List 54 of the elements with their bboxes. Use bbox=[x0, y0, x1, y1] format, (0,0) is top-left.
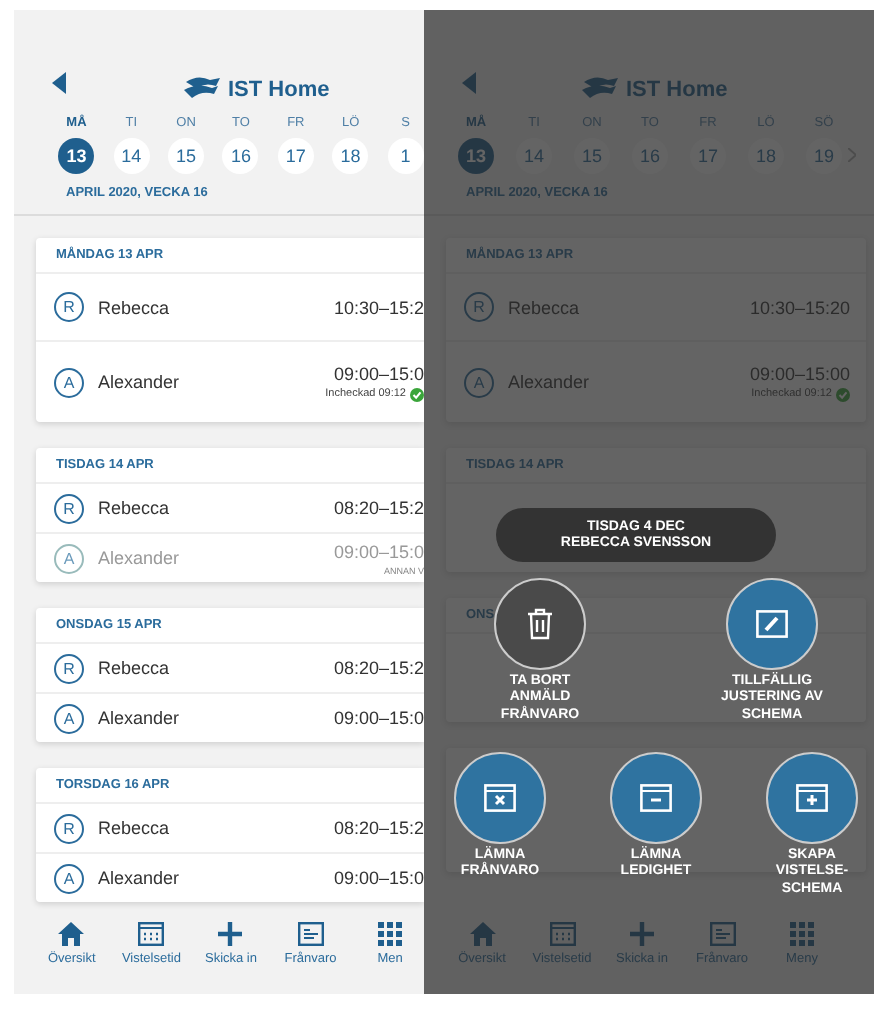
avatar-initial: A bbox=[54, 703, 84, 733]
date-circle[interactable]: 1 bbox=[387, 138, 424, 174]
avatar-initial: R bbox=[54, 813, 84, 843]
date-circle[interactable]: 14 bbox=[113, 138, 150, 174]
date-circle[interactable]: 13 bbox=[58, 138, 95, 174]
time-range: 10:30–15:2 bbox=[333, 297, 424, 317]
child-name: Alexander bbox=[98, 372, 182, 392]
child-name: Rebecca bbox=[508, 297, 582, 317]
back-icon[interactable] bbox=[52, 72, 66, 94]
avatar-initial: R bbox=[54, 292, 84, 322]
calendar-cross-icon bbox=[484, 784, 516, 812]
trash-icon bbox=[526, 608, 554, 640]
date-circle[interactable]: 16 bbox=[222, 138, 259, 174]
calendar-minus-icon bbox=[640, 784, 672, 812]
child-name: Alexander bbox=[508, 372, 592, 392]
time-range: 09:00–15:0 bbox=[333, 868, 424, 888]
plus-icon[interactable] bbox=[218, 922, 243, 946]
time-range: 09:00–15:0 bbox=[333, 363, 424, 383]
date-circle[interactable]: 17 bbox=[277, 138, 314, 174]
date-circle[interactable]: 15 bbox=[168, 138, 205, 174]
time-range: 09:00–15:0 bbox=[333, 541, 424, 561]
grid-icon[interactable] bbox=[378, 922, 403, 946]
avatar-initial: R bbox=[54, 493, 84, 523]
home-icon[interactable] bbox=[58, 922, 85, 946]
child-name: Rebecca bbox=[98, 498, 172, 518]
app-logo-text: IST Home bbox=[626, 77, 728, 101]
avatar-initial: R bbox=[54, 653, 84, 683]
calendar-plus-icon bbox=[796, 784, 828, 812]
child-name: Alexander bbox=[98, 868, 182, 888]
action-button[interactable] bbox=[610, 752, 702, 844]
time-range: 10:30–15:20 bbox=[749, 297, 850, 317]
time-range: 08:20–15:2 bbox=[333, 658, 424, 678]
date-circle[interactable]: 18 bbox=[332, 138, 369, 174]
time-range: 09:00–15:0 bbox=[333, 708, 424, 728]
app-logo-text: IST Home bbox=[228, 77, 330, 101]
child-name: Alexander bbox=[98, 708, 182, 728]
child-name: Rebecca bbox=[98, 297, 172, 317]
list-icon[interactable] bbox=[297, 922, 324, 946]
avatar-initial: A bbox=[54, 543, 84, 573]
child-name: Alexander bbox=[98, 548, 182, 568]
child-name: Rebecca bbox=[98, 818, 172, 838]
edit-icon bbox=[756, 610, 788, 638]
avatar-initial: A bbox=[54, 863, 84, 893]
child-name: Rebecca bbox=[98, 658, 172, 678]
action-button[interactable] bbox=[494, 578, 586, 670]
time-range: 09:00–15:00 bbox=[749, 363, 850, 383]
action-button[interactable] bbox=[454, 752, 546, 844]
action-button[interactable] bbox=[766, 752, 858, 844]
logo-icon bbox=[182, 76, 222, 102]
time-range: 08:20–15:2 bbox=[333, 818, 424, 838]
avatar-initial: A bbox=[54, 367, 84, 397]
action-button[interactable] bbox=[726, 578, 818, 670]
calendar-icon[interactable] bbox=[138, 922, 165, 946]
time-range: 08:20–15:2 bbox=[333, 498, 424, 518]
